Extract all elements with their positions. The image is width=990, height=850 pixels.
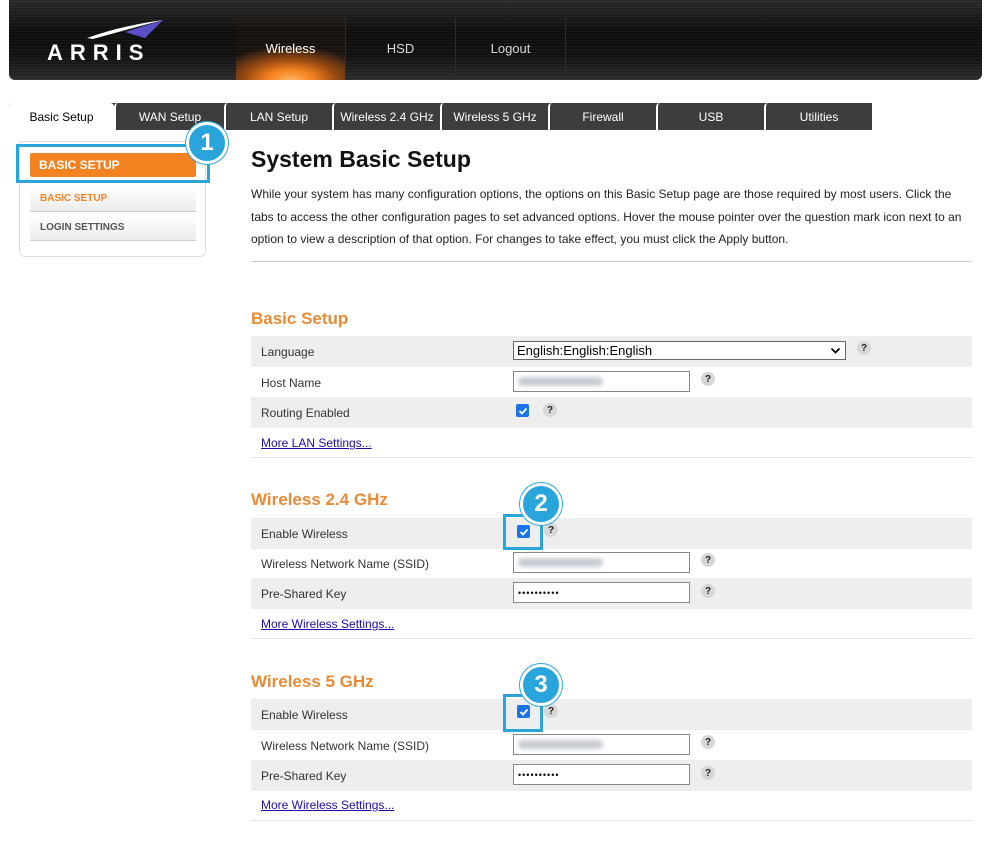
routing-enabled-label: Routing Enabled (261, 405, 350, 420)
divider (251, 820, 972, 821)
logo-swoosh-icon (87, 20, 163, 39)
help-icon[interactable]: ? (701, 553, 715, 567)
host-name-input[interactable] (513, 371, 690, 392)
chevron-down-icon (830, 347, 841, 354)
callout-badge-2: 2 (520, 483, 562, 525)
divider (251, 638, 972, 639)
page-intro: While your system has many configuration… (251, 187, 962, 246)
row-routing-enabled: Routing Enabled ? (251, 397, 972, 428)
header: ARRIS Wireless HSD Logout (0, 0, 990, 100)
divider (251, 261, 972, 262)
tab-basic-setup[interactable]: Basic Setup (9, 103, 114, 130)
psk-24-input[interactable]: •••••••••• (513, 582, 690, 603)
row-host-name: Host Name ? (251, 367, 972, 398)
tab-usb[interactable]: USB (656, 103, 764, 130)
checkmark-icon (518, 407, 527, 415)
row-ssid-24: Wireless Network Name (SSID) ? (251, 548, 972, 579)
row-enable-wireless-5: Enable Wireless ? (251, 699, 972, 730)
more-lan-settings-link[interactable]: More LAN Settings... (261, 436, 372, 450)
subtab-bar: Basic Setup WAN Setup LAN Setup Wireless… (9, 103, 982, 130)
nav-wireless[interactable]: Wireless (236, 18, 346, 80)
help-icon[interactable]: ? (544, 704, 558, 718)
help-icon[interactable]: ? (701, 735, 715, 749)
more-wireless-5-settings-link[interactable]: More Wireless Settings... (261, 798, 394, 812)
language-select[interactable]: English:English:English (513, 341, 846, 360)
help-icon[interactable]: ? (701, 372, 715, 386)
ssid-24-label: Wireless Network Name (SSID) (261, 556, 430, 571)
language-label: Language (261, 344, 315, 359)
header-bar: ARRIS Wireless HSD Logout (9, 0, 982, 80)
ssid-5-label: Wireless Network Name (SSID) (261, 738, 430, 753)
routing-enabled-checkbox[interactable] (516, 404, 529, 417)
psk-24-label: Pre-Shared Key (261, 586, 347, 601)
tab-firewall[interactable]: Firewall (548, 103, 656, 130)
row-psk-5: Pre-Shared Key •••••••••• ? (251, 760, 972, 791)
tab-bar-filler (872, 103, 982, 130)
ssid-24-input[interactable] (513, 552, 690, 573)
tab-wireless-5[interactable]: Wireless 5 GHz (440, 103, 548, 130)
section-title-wireless-5: Wireless 5 GHz (251, 672, 374, 691)
help-icon[interactable]: ? (701, 766, 715, 780)
tab-wireless-24[interactable]: Wireless 2.4 GHz (332, 103, 440, 130)
help-icon[interactable]: ? (701, 584, 715, 598)
callout-box-1 (16, 144, 210, 183)
help-icon[interactable]: ? (544, 523, 558, 537)
row-psk-24: Pre-Shared Key •••••••••• ? (251, 578, 972, 609)
psk-5-input[interactable]: •••••••••• (513, 764, 690, 785)
ssid-5-input[interactable] (513, 734, 690, 755)
redacted-value (518, 377, 603, 386)
section-title-basic-setup: Basic Setup (251, 309, 349, 328)
arris-logo: ARRIS (47, 18, 177, 66)
side-menu-item-basic-setup[interactable]: BASIC SETUP (30, 186, 196, 212)
row-ssid-5: Wireless Network Name (SSID) ? (251, 730, 972, 761)
tab-utilities[interactable]: Utilities (764, 103, 872, 130)
redacted-value (518, 740, 603, 749)
main-nav: Wireless HSD Logout (236, 18, 566, 80)
page-title: System Basic Setup (251, 146, 471, 172)
nav-logout[interactable]: Logout (456, 18, 566, 80)
help-icon[interactable]: ? (857, 341, 871, 355)
logo-text: ARRIS (47, 40, 151, 65)
nav-hsd[interactable]: HSD (346, 18, 456, 80)
psk-5-label: Pre-Shared Key (261, 768, 347, 783)
language-select-value: English:English:English (517, 343, 653, 358)
section-title-wireless-24: Wireless 2.4 GHz (251, 490, 388, 509)
side-menu-item-login-settings[interactable]: LOGIN SETTINGS (30, 215, 196, 241)
row-language: Language English:English:English ? (251, 336, 972, 367)
enable-wireless-24-label: Enable Wireless (261, 526, 348, 541)
tab-lan-setup[interactable]: LAN Setup (224, 103, 332, 130)
callout-badge-3: 3 (520, 664, 562, 706)
redacted-value (518, 558, 603, 567)
enable-wireless-5-label: Enable Wireless (261, 707, 348, 722)
more-wireless-24-settings-link[interactable]: More Wireless Settings... (261, 617, 394, 631)
host-name-label: Host Name (261, 375, 322, 390)
help-icon[interactable]: ? (543, 403, 557, 417)
divider (251, 457, 972, 458)
callout-badge-1: 1 (186, 122, 228, 164)
row-enable-wireless-24: Enable Wireless ? (251, 518, 972, 549)
